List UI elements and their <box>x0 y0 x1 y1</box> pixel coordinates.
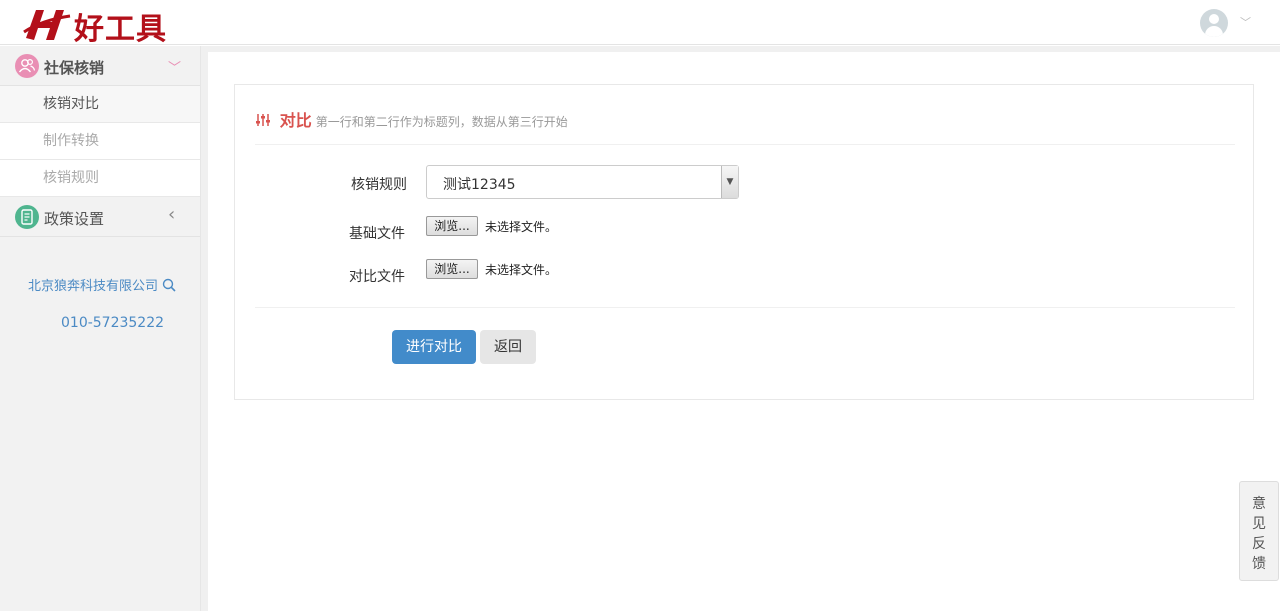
chevron-left-icon: ‹ <box>168 204 176 225</box>
avatar-head <box>1209 14 1219 24</box>
avatar-body <box>1205 26 1223 37</box>
rule-select[interactable]: 测试12345 ▼ <box>426 165 739 199</box>
sidebar-item-verify-compare[interactable]: 核销对比 <box>0 86 200 123</box>
content-top-gutter <box>202 46 1280 52</box>
feedback-tab[interactable]: 意 见 反 馈 <box>1239 481 1279 581</box>
logo-mark-icon <box>23 10 71 40</box>
compare-panel: 对比 第一行和第二行作为标题列，数据从第三行开始 核销规则 测试12345 ▼ 基… <box>234 84 1254 400</box>
panel-title: 对比 第一行和第二行作为标题列，数据从第三行开始 <box>255 107 568 131</box>
chevron-down-icon[interactable]: ▼ <box>721 166 738 198</box>
feedback-char: 反 <box>1252 536 1266 552</box>
base-file-label: 基础文件 <box>349 226 405 242</box>
feedback-char: 馈 <box>1252 556 1266 572</box>
user-group-icon <box>15 54 39 78</box>
divider <box>255 144 1235 145</box>
search-icon[interactable] <box>162 278 176 294</box>
divider <box>255 307 1235 308</box>
feedback-char: 意 <box>1252 496 1266 512</box>
compare-file-browse-button[interactable]: 浏览... <box>426 259 478 279</box>
rule-label: 核销规则 <box>351 177 407 193</box>
sidebar-group-label: 政策设置 <box>44 210 105 228</box>
sidebar-group-social-security[interactable]: 社保核销 ﹀ <box>0 46 200 86</box>
content-gutter <box>201 46 208 611</box>
back-button[interactable]: 返回 <box>480 330 536 364</box>
rule-select-value: 测试12345 <box>443 177 516 193</box>
user-avatar[interactable] <box>1200 9 1228 37</box>
panel-title-text: 对比 <box>279 111 312 130</box>
compare-file-status: 未选择文件。 <box>485 263 558 277</box>
feedback-char: 见 <box>1252 516 1266 532</box>
base-file-status: 未选择文件。 <box>485 220 558 234</box>
sliders-icon <box>255 112 276 130</box>
compare-file-label: 对比文件 <box>349 269 405 285</box>
sidebar: 社保核销 ﹀ 核销对比 制作转换 核销规则 政策设置 ‹ 北京狼奔科技有限公司 … <box>0 46 201 611</box>
sidebar-group-label: 社保核销 <box>44 59 105 77</box>
base-file-browse-button[interactable]: 浏览... <box>426 216 478 236</box>
contact-phone: 010-57235222 <box>61 315 165 331</box>
sidebar-item-verify-rules[interactable]: 核销规则 <box>0 160 200 197</box>
sidebar-group-policy-settings[interactable]: 政策设置 ‹ <box>0 197 200 237</box>
company-name-text: 北京狼奔科技有限公司 <box>28 279 159 294</box>
run-compare-button[interactable]: 进行对比 <box>392 330 476 364</box>
top-header: 好工具 ﹀ <box>0 0 1280 47</box>
logo[interactable]: 好工具 <box>22 2 172 47</box>
company-name[interactable]: 北京狼奔科技有限公司 <box>28 275 176 294</box>
logo-text: 好工具 <box>74 12 167 47</box>
chevron-down-icon[interactable]: ﹀ <box>1240 14 1251 30</box>
document-icon <box>15 205 39 229</box>
sidebar-item-make-convert[interactable]: 制作转换 <box>0 123 200 160</box>
panel-subtitle: 第一行和第二行作为标题列，数据从第三行开始 <box>315 115 568 129</box>
chevron-down-icon: ﹀ <box>168 61 182 76</box>
